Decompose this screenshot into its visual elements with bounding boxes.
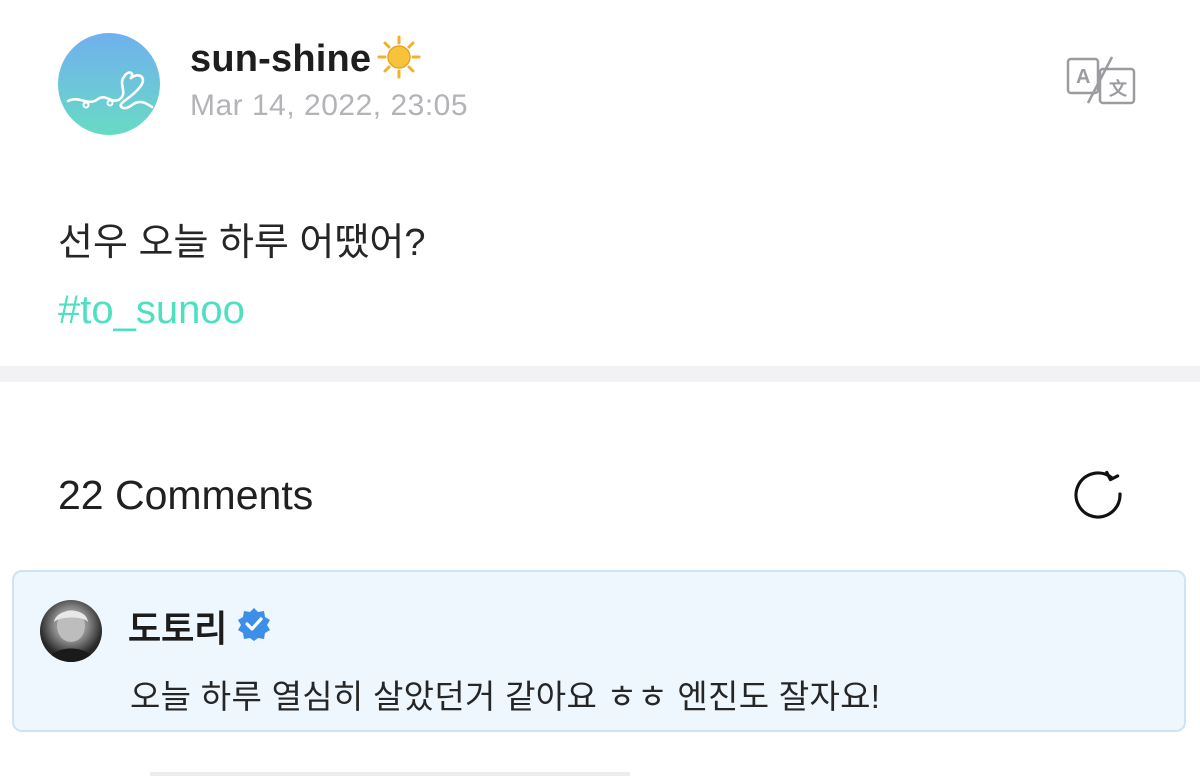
author-avatar[interactable]	[58, 33, 160, 135]
comment-author-avatar[interactable]	[40, 600, 102, 662]
post-body: 선우 오늘 하루 어땠어? #to_sunoo	[58, 218, 425, 333]
avatar-photo	[48, 610, 94, 662]
comments-count: 22 Comments	[58, 472, 314, 518]
username-row: sun-shine	[190, 35, 421, 84]
post-text: 선우 오늘 하루 어땠어?	[58, 222, 426, 264]
post-header: sun-shine Mar 14, 2022, 23:05 A 文	[58, 33, 1148, 135]
refresh-button[interactable]	[1072, 468, 1130, 524]
comment-author-name[interactable]: 도토리	[128, 600, 227, 652]
section-divider	[0, 366, 1200, 382]
sun-emoji-icon	[377, 35, 421, 84]
svg-text:文: 文	[1109, 78, 1128, 100]
verified-badge-icon	[237, 607, 271, 646]
next-item-edge	[150, 772, 630, 776]
post-author-name[interactable]: sun-shine	[190, 38, 371, 81]
post-timestamp: Mar 14, 2022, 23:05	[190, 89, 469, 122]
comment-author-row: 도토리	[128, 600, 271, 652]
translate-button[interactable]: A 文	[1066, 55, 1138, 107]
translate-icon: A 文	[1066, 56, 1136, 105]
hashtag-link[interactable]: #to_sunoo	[58, 288, 245, 333]
comment-text: 오늘 하루 열심히 살았던거 같아요 ㅎㅎ 엔진도 잘자요!	[130, 678, 881, 715]
refresh-icon	[1074, 470, 1122, 519]
svg-text:A: A	[1076, 66, 1090, 88]
comment-card[interactable]: 도토리 오늘 하루 열심히 살았던거 같아요 ㅎㅎ 엔진도 잘자요!	[12, 570, 1186, 732]
heart-doodle-icon	[66, 71, 154, 110]
